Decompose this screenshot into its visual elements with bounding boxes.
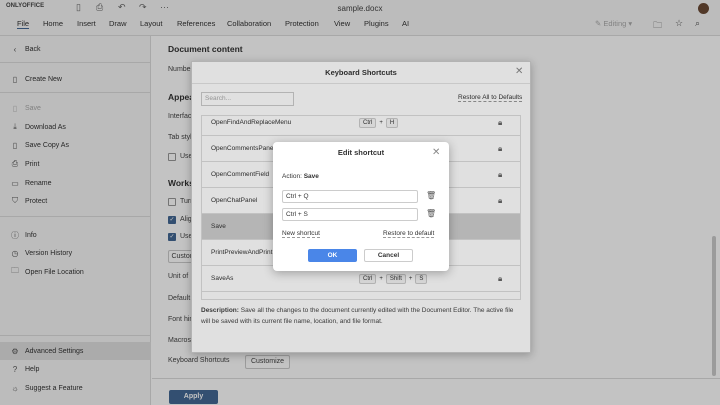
action-line: Action: Save [282,173,319,180]
dialog-title: Edit shortcut [337,148,385,157]
action-label: Action: [282,173,302,180]
trash-icon[interactable]: 🗑 [426,191,436,200]
shortcut-field[interactable]: Ctrl + S [282,208,418,221]
restore-default-link[interactable]: Restore to default [383,230,435,238]
ok-button[interactable]: OK [308,249,357,262]
trash-icon[interactable]: 🗑 [426,209,436,218]
new-shortcut-link[interactable]: New shortcut [282,230,320,238]
edit-shortcut-dialog: Edit shortcut ✕ Action: Save Ctrl + Q 🗑 … [273,142,449,271]
shortcut-field[interactable]: Ctrl + Q [282,190,418,203]
close-icon[interactable]: ✕ [432,147,440,158]
action-value: Save [303,173,319,180]
cancel-button[interactable]: Cancel [364,249,413,262]
